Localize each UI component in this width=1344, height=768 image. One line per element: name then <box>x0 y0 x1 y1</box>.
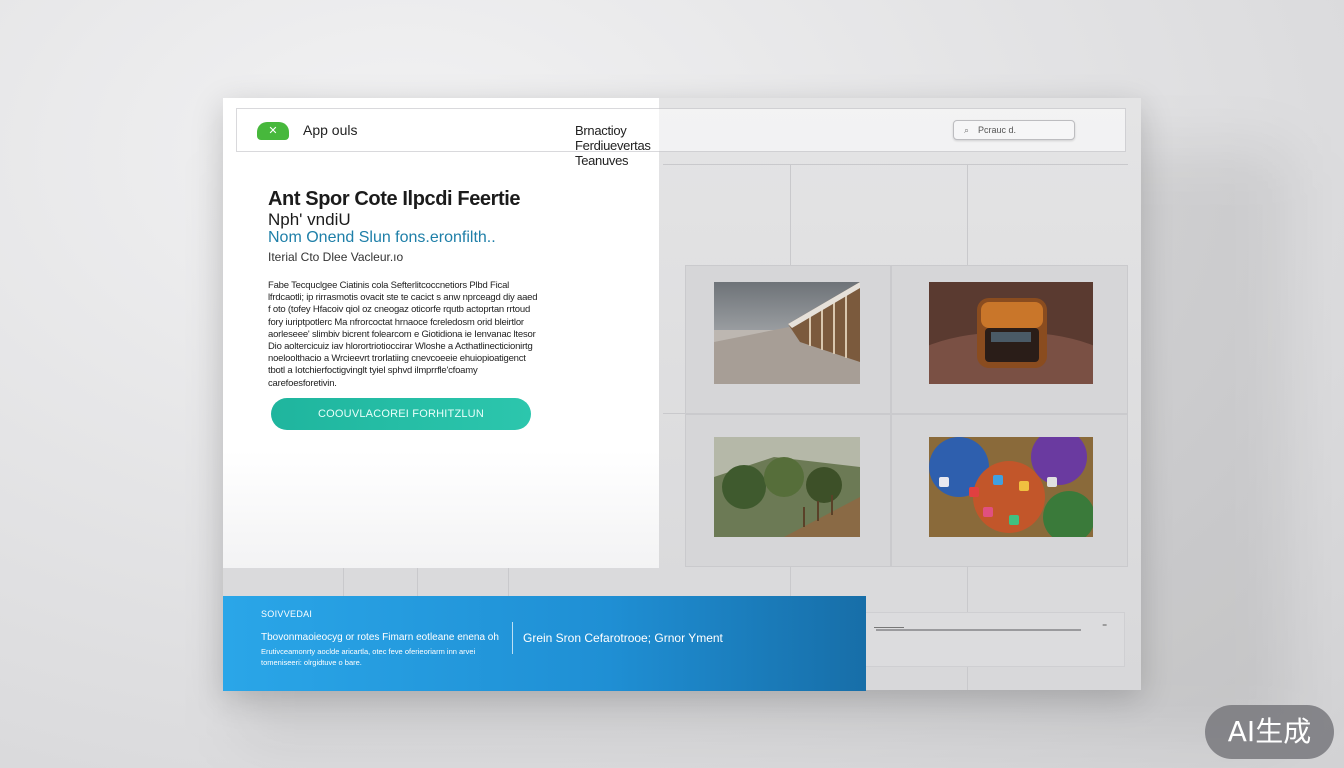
garden-terrace-image <box>714 437 860 537</box>
hero-subtitle: Nph' vndiU <box>268 210 351 229</box>
bottom-bar-text: Tbovonmaoieocyg or rotes Fimarn eotleane… <box>261 632 499 643</box>
search-input[interactable]: ⌕ Pcrauc d. <box>953 120 1075 140</box>
glass-cup-image <box>929 282 1093 384</box>
hero-body-text: Fabe Tecquclgee Ciatinis cola Sefterlitc… <box>268 280 538 389</box>
nav-links[interactable]: Brnactioy Ferdiuevertas Teanuves <box>575 123 659 168</box>
scroll-line <box>876 629 1081 631</box>
header-left: ✕ App ouls Brnactioy Ferdiuevertas Teanu… <box>236 108 659 168</box>
search-icon: ⌕ <box>964 125 970 135</box>
scroll-end-icon[interactable]: ⁼ <box>1102 622 1107 633</box>
cta-button[interactable]: COOUVLACOREI FORHITZLUN <box>271 398 531 430</box>
architecture-image <box>714 282 860 384</box>
app-name: App ouls <box>303 122 358 138</box>
grid-line <box>663 164 1128 165</box>
scroll-thumb[interactable] <box>874 627 904 628</box>
app-logo-icon[interactable]: ✕ <box>257 122 289 140</box>
search-placeholder: Pcrauc d. <box>978 125 1017 135</box>
colorful-apps-image <box>929 437 1093 537</box>
bottom-bar-label: SOIVVEDAI <box>261 609 313 619</box>
ai-generated-badge: AI生成 <box>1205 705 1334 759</box>
divider <box>512 622 513 654</box>
hero-panel: ✕ App ouls Brnactioy Ferdiuevertas Teanu… <box>223 98 659 568</box>
hero-title: Ant Spor Cote Ilpcdi Feertie <box>268 188 521 210</box>
hero-tagline: Nom Onend Slun fons.eronfilth.. <box>268 229 496 246</box>
scroll-track[interactable]: ⁼ <box>865 612 1125 667</box>
bottom-info-bar: SOIVVEDAI Tbovonmaoieocyg or rotes Fimar… <box>223 596 866 691</box>
bottom-bar-subtext: Erutivceamonrty aoclde aricartla, otec f… <box>261 647 476 667</box>
bottom-bar-highlight[interactable]: Grein Sron Cefarotrooe; Grnor Yment <box>523 631 723 645</box>
hero-caption: Iterial Cto Dlee Vacleur.ıo <box>268 250 404 264</box>
